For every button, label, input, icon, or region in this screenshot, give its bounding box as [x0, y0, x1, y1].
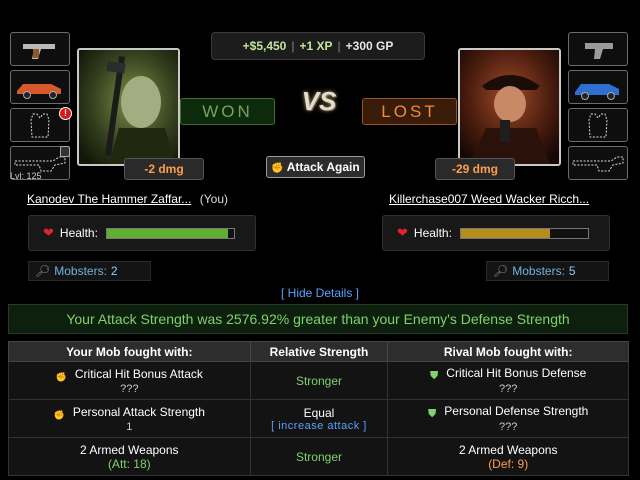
table-cell: Stronger [249, 437, 389, 476]
item-name: 2 Armed Weapons [80, 442, 179, 457]
item-name: Critical Hit Bonus Attack [74, 366, 203, 381]
hide-details-link[interactable]: [ Hide Details ] [0, 286, 640, 300]
item-value: (Att: 18) [107, 456, 151, 471]
table-cell: Equal [ increase attack ] [249, 399, 389, 438]
pistol-slot[interactable] [568, 32, 628, 66]
item-value: (Def: 9) [488, 456, 529, 471]
table-cell: ✊ Critical Hit Bonus Attack ??? [8, 361, 251, 400]
player-damage: -2 dmg [124, 158, 204, 180]
shield-icon: ⛊ [428, 408, 437, 420]
attack-again-button[interactable]: ✊ Attack Again [266, 156, 365, 178]
item-value: ??? [499, 421, 518, 433]
relative-strength-value: Stronger [295, 373, 342, 388]
car-icon [17, 84, 61, 99]
xp-reward: +1 XP [299, 39, 333, 53]
table-cell: Stronger [249, 361, 389, 400]
player-health-fill [106, 228, 228, 238]
you-label: (You) [199, 192, 229, 206]
separator: | [337, 39, 341, 53]
header-rival-mob: Rival Mob fought with: [387, 341, 629, 362]
mobsters-label: Mobsters: [54, 264, 107, 278]
car-slot[interactable] [10, 70, 70, 104]
player-health-bar [105, 227, 235, 239]
health-label: Health: [413, 226, 452, 240]
pistol-icon [23, 44, 55, 59]
reward-summary: +$5,450 | +1 XP | +300 GP [211, 32, 425, 60]
item-value: 1 [126, 420, 133, 433]
table-cell: ⛊ Personal Defense Strength ??? [387, 399, 629, 438]
header-your-mob: Your Mob fought with: [8, 341, 251, 362]
armor-slot[interactable] [568, 108, 628, 142]
table-row: 2 Armed Weapons (Att: 18) Stronger 2 Arm… [8, 437, 629, 476]
table-cell: 2 Armed Weapons (Def: 9) [387, 437, 629, 476]
player-health-box: ❤ Health: [28, 215, 256, 251]
player-result-won: WON [180, 98, 275, 125]
rival-name-link[interactable]: Killerchase007 Weed Wacker Ricch... [389, 192, 589, 206]
rival-avatar-image [460, 50, 559, 164]
rival-health-fill [460, 228, 550, 238]
relative-strength-value: Stronger [295, 449, 342, 464]
weapon-slot[interactable] [568, 146, 628, 180]
player-level: Lvl: 125 [10, 171, 42, 181]
rival-health-bar [459, 227, 589, 239]
table-row: ✊ Critical Hit Bonus Attack ??? Stronger … [8, 361, 629, 400]
player-portrait[interactable] [77, 48, 180, 166]
car-slot[interactable] [568, 70, 628, 104]
strength-summary: Your Attack Strength was 2576.92% greate… [8, 304, 628, 334]
rival-damage: -29 dmg [435, 158, 515, 180]
rival-name-row: Killerchase007 Weed Wacker Ricch... [389, 190, 589, 208]
alert-icon: ! [59, 107, 72, 120]
mobsters-label: Mobsters: [512, 264, 565, 278]
table-row: ✊ Personal Attack Strength 1 Equal [ incr… [8, 399, 629, 438]
table-cell: 2 Armed Weapons (Att: 18) [8, 437, 251, 476]
table-cell: ✊ Personal Attack Strength 1 [8, 399, 251, 438]
player-avatar-image [79, 50, 178, 164]
item-name: Personal Attack Strength [72, 404, 205, 419]
cash-reward: +$5,450 [242, 39, 287, 53]
shield-icon: ⛊ [430, 370, 439, 382]
player-name-row: Kanodev The Hammer Zaffar... (You) [27, 190, 228, 208]
player-mobsters[interactable]: 🔎︎ Mobsters: 2 [28, 261, 151, 281]
brass-knuckles-icon: ✊ [55, 371, 67, 382]
item-value: ??? [499, 383, 518, 395]
rifle-outline-icon [572, 156, 624, 172]
rival-health-box: ❤ Health: [382, 215, 610, 251]
gp-reward: +300 GP [345, 39, 394, 53]
player-name-link[interactable]: Kanodev The Hammer Zaffar... [27, 192, 191, 206]
table-cell: ⛊ Critical Hit Bonus Defense ??? [387, 361, 629, 400]
item-name: Critical Hit Bonus Defense [446, 366, 587, 380]
heart-icon: ❤ [397, 225, 408, 240]
relative-strength-value: Equal [303, 405, 335, 420]
item-name: Personal Defense Strength [444, 404, 589, 418]
car-icon [575, 84, 619, 100]
rival-portrait[interactable] [458, 48, 561, 166]
mobsters-count: 2 [110, 264, 118, 278]
item-name: 2 Armed Weapons [458, 442, 558, 457]
magnifier-icon: 🔎︎ [35, 264, 51, 278]
attack-again-label: Attack Again [286, 160, 360, 174]
item-value: ??? [120, 382, 139, 395]
brass-knuckles-icon: ✊ [53, 409, 65, 420]
magnifier-icon: 🔎︎ [493, 264, 509, 278]
health-label: Health: [59, 226, 98, 240]
rival-mobsters[interactable]: 🔎︎ Mobsters: 5 [486, 261, 609, 281]
heart-icon: ❤ [43, 225, 54, 240]
increase-attack-link[interactable]: [ increase attack ] [251, 420, 388, 432]
vs-emblem: VS [301, 86, 337, 116]
fight-details-table: Your Mob fought with: Relative Strength … [8, 341, 629, 476]
mobsters-count: 5 [568, 264, 576, 278]
vest-outline-icon [588, 113, 608, 138]
lock-icon [60, 146, 70, 157]
pistol-slot[interactable] [10, 32, 70, 66]
rival-result-lost: LOST [362, 98, 457, 125]
header-relative-strength: Relative Strength [249, 341, 389, 362]
brass-knuckles-icon: ✊ [271, 163, 284, 174]
separator: | [291, 39, 295, 53]
pistol-icon [585, 43, 613, 59]
table-header-row: Your Mob fought with: Relative Strength … [8, 341, 629, 362]
